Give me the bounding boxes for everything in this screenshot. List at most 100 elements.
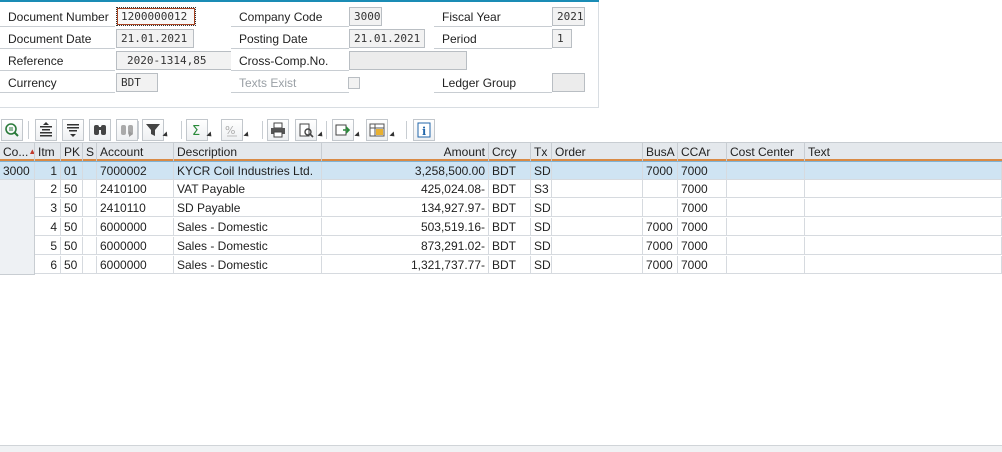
cell-currency[interactable]: BDT <box>489 218 531 236</box>
cell-tax[interactable]: SD <box>531 162 552 180</box>
cell-order[interactable] <box>552 256 643 274</box>
reference-field[interactable]: 2020-1314,85 <box>116 51 234 70</box>
cell-currency[interactable]: BDT <box>489 199 531 217</box>
cell-description[interactable]: KYCR Coil Industries Ltd. <box>174 162 322 180</box>
cell-account[interactable]: 6000000 <box>97 256 174 274</box>
cell-special-gl[interactable] <box>83 180 97 198</box>
table-row[interactable]: 5 50 6000000 Sales - Domestic 873,291.02- BDT… <box>0 237 1002 256</box>
find-button[interactable] <box>89 119 111 141</box>
cell-amount[interactable]: 134,927.97- <box>322 199 489 217</box>
column-header-description[interactable]: Description <box>174 143 322 161</box>
column-header-order[interactable]: Order <box>552 143 643 161</box>
column-header-currency[interactable]: Crcy <box>489 143 531 161</box>
cell-item[interactable]: 6 <box>35 256 61 274</box>
cell-business-area[interactable]: 7000 <box>643 256 678 274</box>
cell-text[interactable] <box>805 162 1002 180</box>
table-row[interactable]: 2 50 2410100 VAT Payable 425,024.08- BDT S3 700… <box>0 180 1002 199</box>
cell-controlling-area[interactable]: 7000 <box>678 237 727 255</box>
cell-text[interactable] <box>805 256 1002 274</box>
export-button[interactable] <box>332 119 354 141</box>
cell-account[interactable]: 2410110 <box>97 199 174 217</box>
cell-business-area[interactable] <box>643 199 678 217</box>
cell-currency[interactable]: BDT <box>489 237 531 255</box>
cell-account[interactable]: 6000000 <box>97 218 174 236</box>
find-next-button[interactable] <box>116 119 138 141</box>
column-header-account[interactable]: Account <box>97 143 174 161</box>
table-row[interactable]: 6 50 6000000 Sales - Domestic 1,321,737.77- B… <box>0 256 1002 275</box>
print-button[interactable] <box>267 119 289 141</box>
horizontal-scrollbar[interactable] <box>0 445 1002 452</box>
column-header-special-gl[interactable]: S <box>83 143 97 161</box>
cell-special-gl[interactable] <box>83 256 97 274</box>
cell-controlling-area[interactable]: 7000 <box>678 218 727 236</box>
column-header-amount[interactable]: Amount <box>322 143 489 161</box>
cell-business-area[interactable]: 7000 <box>643 237 678 255</box>
column-header-text[interactable]: Text <box>805 143 1002 161</box>
sum-button[interactable]: Σ <box>186 119 208 141</box>
currency-field[interactable]: BDT <box>116 73 158 92</box>
cell-account[interactable]: 6000000 <box>97 237 174 255</box>
print-dropdown-icon[interactable] <box>317 131 325 139</box>
cell-description[interactable]: Sales - Domestic <box>174 237 322 255</box>
cell-business-area[interactable]: 7000 <box>643 218 678 236</box>
cell-description[interactable]: SD Payable <box>174 199 322 217</box>
cell-text[interactable] <box>805 180 1002 198</box>
cell-controlling-area[interactable]: 7000 <box>678 256 727 274</box>
cell-special-gl[interactable] <box>83 199 97 217</box>
cell-controlling-area[interactable]: 7000 <box>678 199 727 217</box>
cell-cost-center[interactable] <box>727 180 805 198</box>
cell-business-area[interactable] <box>643 180 678 198</box>
column-header-company-code[interactable]: Co...▲ <box>0 143 35 161</box>
cell-tax[interactable]: S3 <box>531 180 552 198</box>
cell-amount[interactable]: 1,321,737.77- <box>322 256 489 274</box>
cell-currency[interactable]: BDT <box>489 180 531 198</box>
fiscal-year-field[interactable]: 2021 <box>552 7 585 26</box>
cell-posting-key[interactable]: 50 <box>61 237 83 255</box>
texts-exist-checkbox[interactable] <box>348 77 360 89</box>
cell-cost-center[interactable] <box>727 218 805 236</box>
cell-company-code[interactable]: 3000 <box>0 162 35 180</box>
cell-special-gl[interactable] <box>83 237 97 255</box>
cell-tax[interactable]: SD <box>531 256 552 274</box>
cell-order[interactable] <box>552 237 643 255</box>
cell-item[interactable]: 4 <box>35 218 61 236</box>
table-row[interactable]: 3000 1 01 7000002 KYCR Coil Industries Ltd. 3… <box>0 161 1002 180</box>
period-field[interactable]: 1 <box>552 29 572 48</box>
cell-description[interactable]: Sales - Domestic <box>174 256 322 274</box>
column-header-business-area[interactable]: BusA <box>643 143 678 161</box>
cell-cost-center[interactable] <box>727 199 805 217</box>
company-code-field[interactable]: 3000 <box>349 7 382 26</box>
cell-order[interactable] <box>552 162 643 180</box>
column-header-controlling-area[interactable]: CCAr <box>678 143 727 161</box>
cell-controlling-area[interactable]: 7000 <box>678 180 727 198</box>
column-header-posting-key[interactable]: PK <box>61 143 83 161</box>
cell-order[interactable] <box>552 218 643 236</box>
cell-text[interactable] <box>805 199 1002 217</box>
cell-special-gl[interactable] <box>83 162 97 180</box>
cell-cost-center[interactable] <box>727 237 805 255</box>
cell-tax[interactable]: SD <box>531 199 552 217</box>
export-dropdown-icon[interactable] <box>354 131 362 139</box>
cross-comp-field[interactable] <box>349 51 467 70</box>
cell-posting-key[interactable]: 50 <box>61 180 83 198</box>
layout-dropdown-icon[interactable] <box>389 131 397 139</box>
column-header-item[interactable]: Itm <box>35 143 61 161</box>
cell-order[interactable] <box>552 180 643 198</box>
cell-currency[interactable]: BDT <box>489 162 531 180</box>
table-row[interactable]: 4 50 6000000 Sales - Domestic 503,519.16- BDT… <box>0 218 1002 237</box>
cell-business-area[interactable]: 7000 <box>643 162 678 180</box>
subtotals-dropdown-icon[interactable] <box>243 131 251 139</box>
document-number-field[interactable]: 1200000012 <box>116 7 196 26</box>
cell-amount[interactable]: 3,258,500.00 <box>322 162 489 180</box>
ledger-group-field[interactable] <box>552 73 585 92</box>
cell-currency[interactable]: BDT <box>489 256 531 274</box>
cell-special-gl[interactable] <box>83 218 97 236</box>
print-preview-button[interactable] <box>295 119 317 141</box>
cell-cost-center[interactable] <box>727 256 805 274</box>
layout-button[interactable] <box>366 119 388 141</box>
details-button[interactable] <box>1 119 23 141</box>
cell-posting-key[interactable]: 50 <box>61 218 83 236</box>
filter-button[interactable] <box>142 119 164 141</box>
cell-tax[interactable]: SD <box>531 218 552 236</box>
cell-item[interactable]: 1 <box>35 162 61 180</box>
